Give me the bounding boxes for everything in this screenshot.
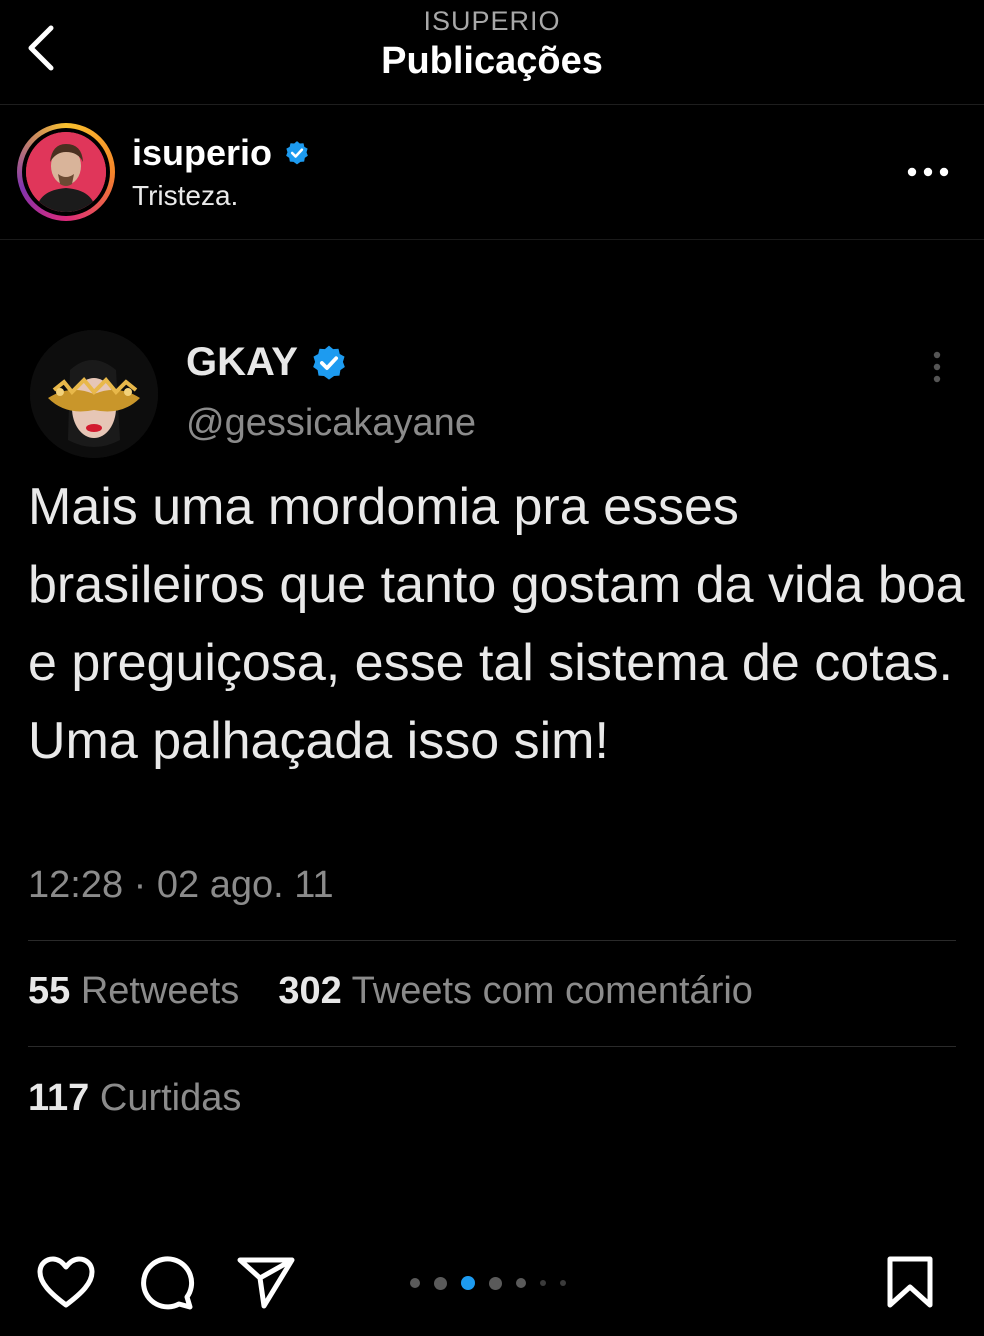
more-options-icon: [907, 167, 949, 177]
more-options-button[interactable]: [898, 154, 958, 190]
share-button[interactable]: [234, 1250, 298, 1314]
carousel-dot: [434, 1276, 447, 1290]
header-subtitle: ISUPERIO: [423, 6, 561, 36]
carousel-indicator: [410, 1274, 566, 1292]
tweet-stats-retweets: 55 Retweets 302 Tweets com comentário: [28, 970, 753, 1013]
heart-icon: [37, 1256, 95, 1308]
verified-badge-icon: [286, 141, 308, 165]
carousel-dot: [489, 1276, 502, 1290]
tweet-timestamp: 12:28 · 02 ago. 11: [28, 864, 334, 906]
tweet-handle: @gessicakayane: [186, 402, 476, 444]
tweet-avatar: [30, 330, 158, 458]
story-avatar[interactable]: [17, 123, 115, 221]
top-bar: ISUPERIO Publicações: [0, 0, 984, 105]
page-title: Publicações: [381, 40, 603, 82]
username-label: isuperio: [132, 132, 273, 173]
tweet-display-name: GKAY: [186, 340, 348, 385]
comment-button[interactable]: [134, 1250, 198, 1314]
post-action-bar: [0, 1240, 984, 1330]
carousel-dot: [410, 1278, 420, 1288]
verified-badge-icon: [313, 345, 345, 380]
divider: [28, 1046, 956, 1047]
bookmark-icon: [887, 1256, 933, 1308]
avatar-image: [26, 132, 106, 212]
divider: [28, 940, 956, 941]
like-button[interactable]: [34, 1250, 98, 1314]
quotes-label: Tweets com comentário: [351, 970, 753, 1012]
post-header: isuperio Tristeza.: [0, 104, 984, 240]
retweets-count: 55: [28, 970, 71, 1012]
carousel-dot-active: [461, 1276, 475, 1290]
tweet-stats-likes: 117 Curtidas: [28, 1077, 241, 1120]
tweet-kebab-menu: [920, 345, 954, 389]
post-caption: Tristeza.: [132, 180, 239, 211]
retweets-label: Retweets: [80, 970, 240, 1012]
vertical-dots-icon: [933, 351, 941, 383]
share-icon: [237, 1257, 295, 1309]
save-button[interactable]: [878, 1250, 942, 1314]
comment-icon: [141, 1256, 195, 1310]
tweet-text: Mais uma mordomia pra esses brasileiros …: [28, 478, 965, 770]
carousel-dot: [516, 1278, 526, 1288]
likes-label: Curtidas: [99, 1077, 242, 1119]
tweet-name-label: GKAY: [186, 340, 298, 384]
likes-count: 117: [28, 1077, 90, 1119]
carousel-dot: [560, 1280, 566, 1286]
quotes-count: 302: [278, 970, 342, 1012]
carousel-dot: [540, 1280, 546, 1286]
post-username[interactable]: isuperio: [132, 132, 310, 174]
